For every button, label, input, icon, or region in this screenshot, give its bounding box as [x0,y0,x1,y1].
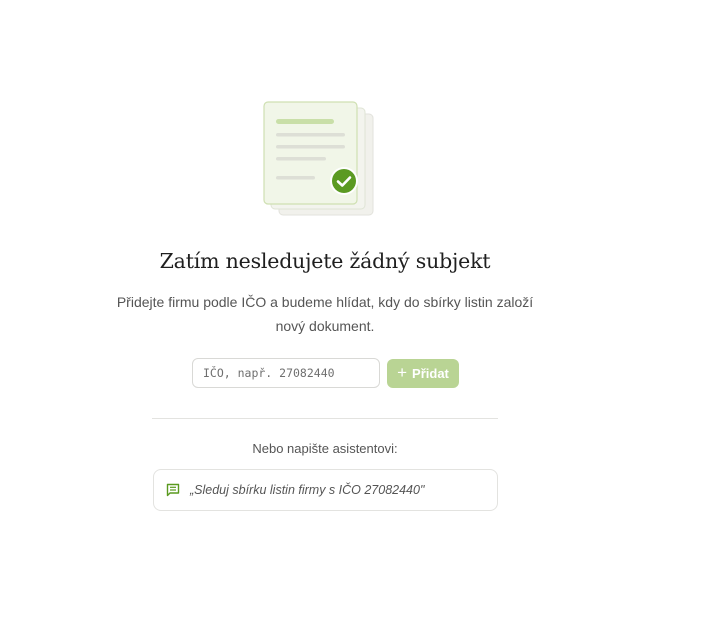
empty-state: Zatím nesledujete žádný subjekt Přidejte… [0,0,708,623]
add-button-label: Přidat [412,366,449,381]
chat-icon [166,483,180,497]
ico-input[interactable] [192,358,380,388]
plus-icon: + [397,363,408,382]
documents-check-icon [263,101,374,216]
empty-state-subtitle: Přidejte firmu podle IČO a budeme hlídat… [116,294,534,334]
assistant-suggestion[interactable]: „Sleduj sbírku listin firmy s IČO 270824… [153,469,498,511]
empty-state-title: Zatím nesledujete žádný subjekt [159,249,491,273]
assistant-suggestion-text: „Sleduj sbírku listin firmy s IČO 270824… [190,483,425,497]
divider [152,418,498,419]
assistant-prompt-label: Nebo napište asistentovi: [252,441,398,456]
add-button[interactable]: + Přidat [387,359,459,388]
